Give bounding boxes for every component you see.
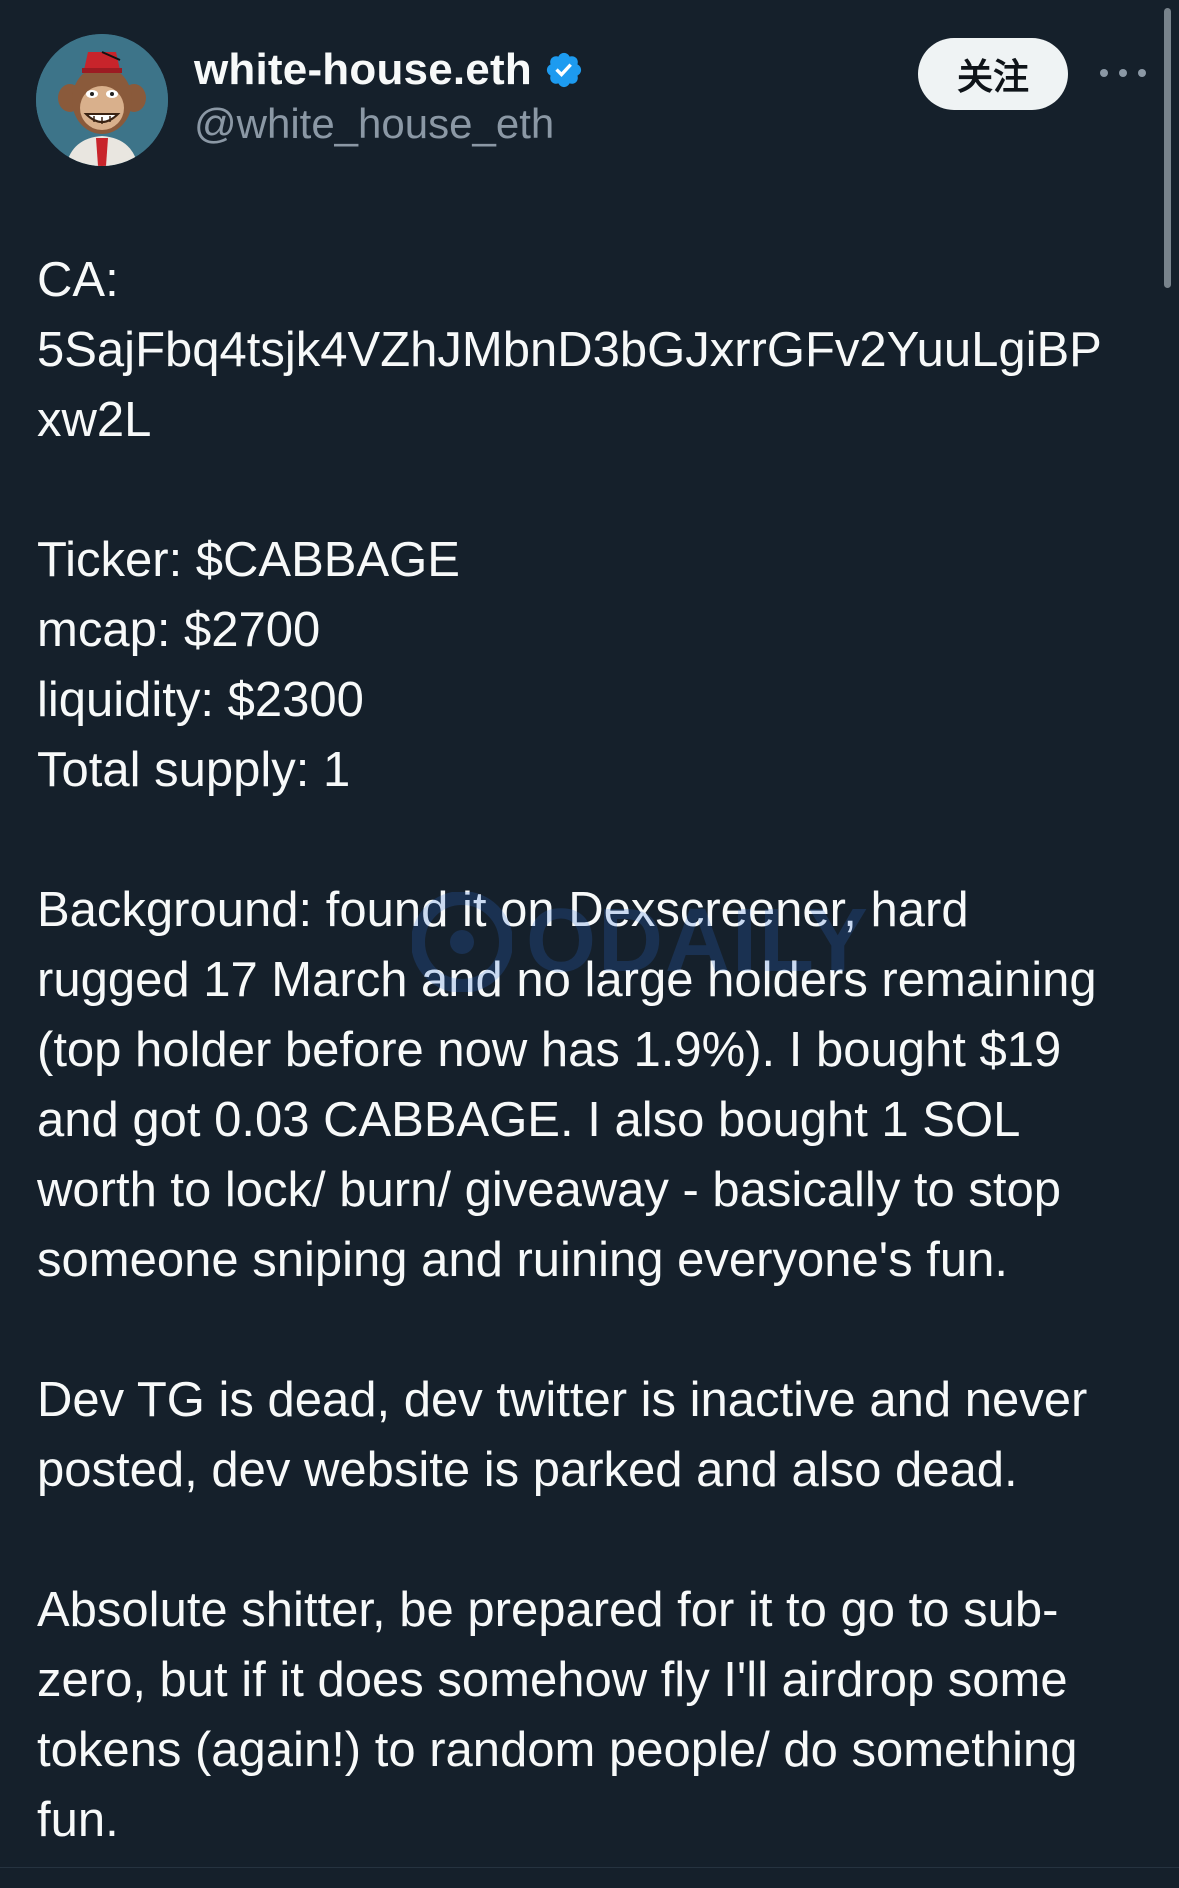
dot	[1119, 69, 1127, 77]
tweet-line: (top holder before now has 1.9%). I boug…	[37, 1023, 1062, 1077]
tweet-paragraph: Ticker: $CABBAGE mcap: $2700 liquidity: …	[37, 525, 1147, 805]
tweet-line: posted, dev website is parked and also d…	[37, 1443, 1018, 1497]
tweet-line: tokens (again!) to random people/ do som…	[37, 1723, 1078, 1777]
tweet-line: liquidity: $2300	[37, 673, 364, 727]
tweet-line: 5SajFbq4tsjk4VZhJMbnD3bGJxrrGFv2YuuLgiBP	[37, 323, 1102, 377]
more-options-icon[interactable]	[1100, 60, 1146, 86]
tweet-line: fun.	[37, 1793, 119, 1847]
tweet-line: Absolute shitter, be prepared for it to …	[37, 1583, 1059, 1637]
tweet-header: white-house.eth @white_house_eth 关注	[36, 34, 1146, 168]
tweet-line: and got 0.03 CABBAGE. I also bought 1 SO…	[37, 1093, 1021, 1147]
bottom-divider	[0, 1867, 1179, 1888]
tweet-line: CA:	[37, 253, 119, 307]
scrollbar[interactable]	[1164, 8, 1171, 288]
tweet-line: someone sniping and ruining everyone's f…	[37, 1233, 1008, 1287]
author-display-name[interactable]: white-house.eth	[194, 45, 532, 95]
tweet-text: CA: 5SajFbq4tsjk4VZhJMbnD3bGJxrrGFv2YuuL…	[37, 245, 1147, 1855]
bored-ape-avatar-icon[interactable]	[36, 34, 168, 166]
tweet-line: Total supply: 1	[37, 743, 351, 797]
verified-badge-icon	[546, 52, 581, 88]
dot	[1138, 69, 1146, 77]
tweet-line: xw2L	[37, 393, 152, 447]
tweet-line: Ticker: $CABBAGE	[37, 533, 460, 587]
tweet-paragraph: Absolute shitter, be prepared for it to …	[37, 1575, 1147, 1855]
tweet-line: mcap: $2700	[37, 603, 321, 657]
follow-button[interactable]: 关注	[918, 38, 1068, 110]
tweet-line: Dev TG is dead, dev twitter is inactive …	[37, 1373, 1088, 1427]
tweet-line: zero, but if it does somehow fly I'll ai…	[37, 1653, 1068, 1707]
dot	[1100, 69, 1108, 77]
display-name-row: white-house.eth	[194, 44, 584, 96]
tweet-paragraph: Background: found it on Dexscreener, har…	[37, 875, 1147, 1295]
tweet-paragraph: CA: 5SajFbq4tsjk4VZhJMbnD3bGJxrrGFv2YuuL…	[37, 245, 1147, 455]
tweet-line: worth to lock/ burn/ giveaway - basicall…	[37, 1163, 1062, 1217]
tweet-line: Background: found it on Dexscreener, har…	[37, 883, 969, 937]
tweet-paragraph: Dev TG is dead, dev twitter is inactive …	[37, 1365, 1147, 1505]
author-block: white-house.eth @white_house_eth	[194, 44, 584, 148]
author-handle[interactable]: @white_house_eth	[194, 100, 584, 148]
tweet-line: rugged 17 March and no large holders rem…	[37, 953, 1097, 1007]
